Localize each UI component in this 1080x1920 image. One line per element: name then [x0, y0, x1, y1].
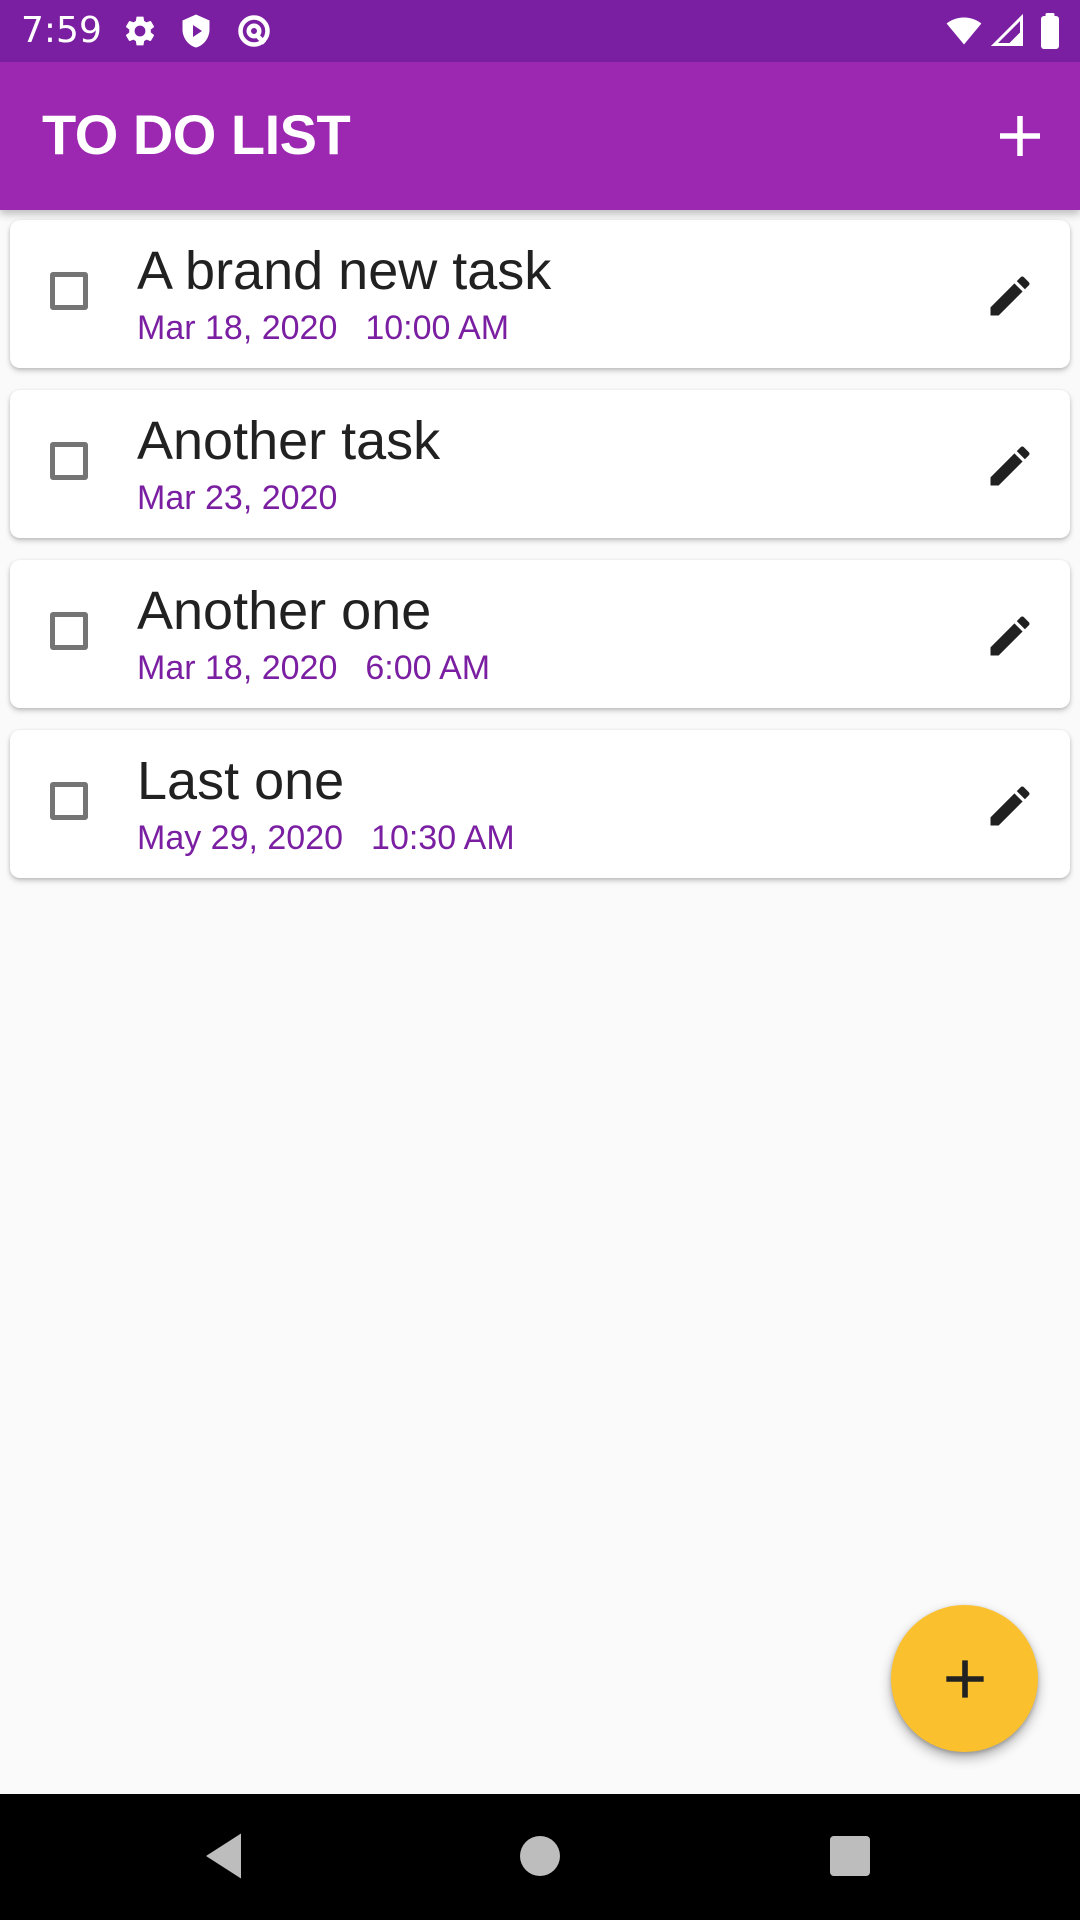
system-nav-bar: [0, 1794, 1080, 1920]
task-title: Last one: [137, 751, 345, 811]
task-checkbox[interactable]: [50, 782, 88, 820]
task-item[interactable]: Last one May 29, 2020 10:30 AM: [10, 730, 1070, 878]
home-icon[interactable]: [510, 1826, 570, 1886]
task-checkbox[interactable]: [50, 272, 88, 310]
status-bar: 7:59: [0, 0, 1080, 62]
page-title: TO DO LIST: [42, 103, 351, 166]
plus-icon: [945, 1659, 984, 1698]
pencil-icon[interactable]: [984, 780, 1036, 832]
task-date: Mar 18, 2020: [137, 309, 338, 347]
task-time: 6:00 AM: [365, 649, 491, 687]
task-item[interactable]: A brand new task Mar 18, 2020 10:00 AM: [10, 220, 1070, 368]
shield-play-icon: [182, 14, 210, 48]
app-bar: TO DO LIST: [0, 62, 1080, 210]
task-date: Mar 23, 2020: [137, 479, 338, 517]
task-time: 10:30 AM: [371, 819, 515, 857]
add-task-fab[interactable]: [891, 1605, 1038, 1752]
task-checkbox[interactable]: [50, 442, 88, 480]
pencil-icon[interactable]: [984, 440, 1036, 492]
at-sign-icon: [238, 15, 270, 47]
task-title: A brand new task: [137, 241, 552, 301]
pencil-icon[interactable]: [984, 270, 1036, 322]
task-meta: Mar 18, 2020 6:00 AM: [137, 648, 490, 688]
task-meta: Mar 23, 2020: [137, 478, 365, 518]
pencil-icon[interactable]: [984, 610, 1036, 662]
task-title: Another task: [137, 411, 441, 471]
status-time: 7:59: [21, 10, 102, 51]
task-title: Another one: [137, 581, 432, 641]
task-date: May 29, 2020: [137, 819, 344, 857]
task-item[interactable]: Another one Mar 18, 2020 6:00 AM: [10, 560, 1070, 708]
task-time: 10:00 AM: [365, 309, 510, 347]
task-list: A brand new task Mar 18, 2020 10:00 AM An…: [10, 220, 1070, 900]
battery-icon: [1041, 13, 1059, 49]
task-meta: May 29, 2020 10:30 AM: [137, 818, 515, 858]
wifi-icon: [946, 17, 982, 45]
add-task-button[interactable]: [990, 106, 1050, 166]
back-icon[interactable]: [196, 1826, 256, 1886]
task-item[interactable]: Another task Mar 23, 2020: [10, 390, 1070, 538]
task-meta: Mar 18, 2020 10:00 AM: [137, 308, 509, 348]
task-date: Mar 18, 2020: [137, 649, 338, 687]
task-checkbox[interactable]: [50, 612, 88, 650]
signal-icon: [990, 13, 1023, 46]
settings-icon: [125, 16, 155, 46]
recents-icon[interactable]: [820, 1826, 880, 1886]
